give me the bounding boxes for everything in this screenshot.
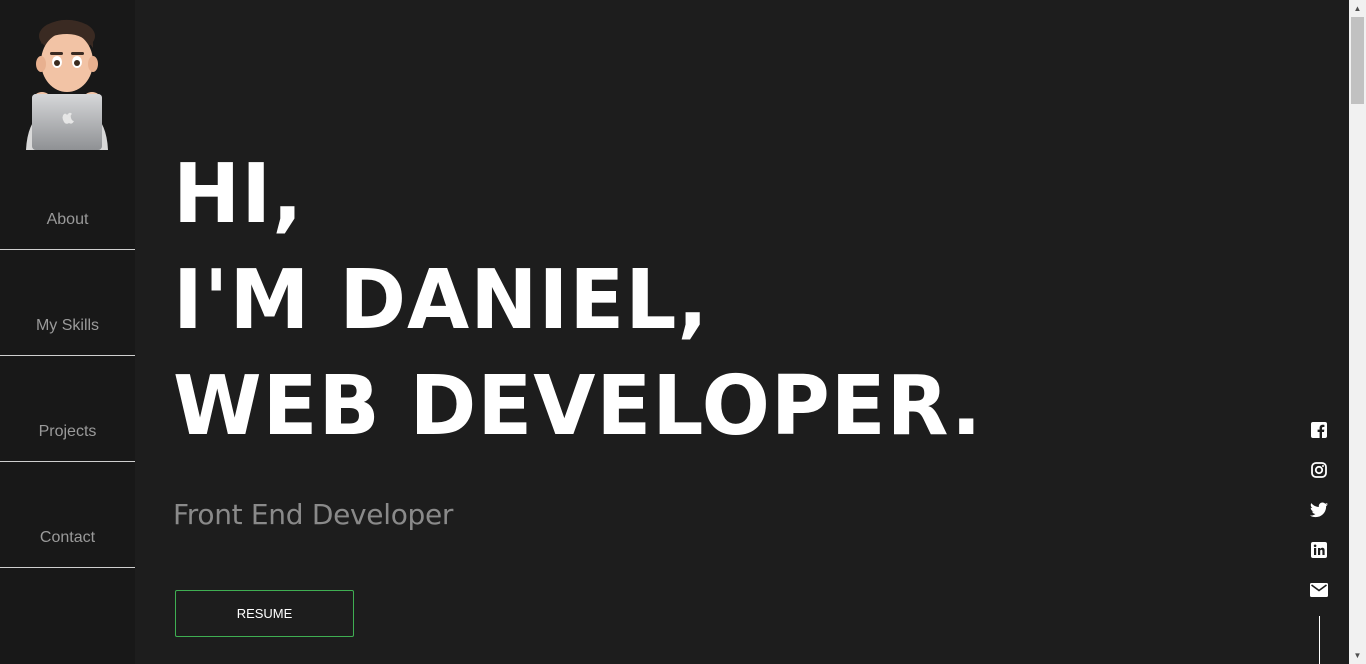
main-content: HI, I'M DANIEL, WEB DEVELOPER. Front End… xyxy=(135,0,1349,664)
twitter-icon[interactable] xyxy=(1308,499,1330,521)
instagram-icon[interactable] xyxy=(1308,459,1330,481)
resume-button[interactable]: RESUME xyxy=(175,590,354,637)
nav-item-label: Contact xyxy=(39,529,96,546)
nav-item-label: Projects xyxy=(38,423,97,440)
nav-item-contact[interactable]: Contact xyxy=(0,462,135,568)
hero-line-1: HI, xyxy=(173,147,304,242)
social-divider-line xyxy=(1319,616,1320,664)
scroll-down-icon[interactable]: ▼ xyxy=(1349,647,1366,664)
mail-icon[interactable] xyxy=(1308,579,1330,601)
avatar[interactable] xyxy=(22,14,112,152)
nav-item-label: My Skills xyxy=(35,317,100,334)
hero-line-2: I'M DANIEL, xyxy=(173,253,709,348)
nav-item-projects[interactable]: Projects xyxy=(0,356,135,462)
hero-heading: HI, I'M DANIEL, WEB DEVELOPER. xyxy=(173,142,983,460)
nav-item-label: About xyxy=(46,211,89,228)
scrollbar-thumb[interactable] xyxy=(1351,17,1364,104)
scroll-up-icon[interactable]: ▲ xyxy=(1349,0,1366,17)
linkedin-icon[interactable] xyxy=(1308,539,1330,561)
facebook-icon[interactable] xyxy=(1308,419,1330,441)
nav-item-about[interactable]: About xyxy=(0,144,135,250)
sidebar: About My Skills Projects Contact xyxy=(0,0,135,664)
memoji-laptop-avatar-icon xyxy=(26,19,108,150)
page-scrollbar[interactable]: ▲ ▼ xyxy=(1349,0,1366,664)
hero-line-3: WEB DEVELOPER. xyxy=(173,359,983,454)
nav-item-my-skills[interactable]: My Skills xyxy=(0,250,135,356)
hero-subtitle: Front End Developer xyxy=(173,498,454,531)
